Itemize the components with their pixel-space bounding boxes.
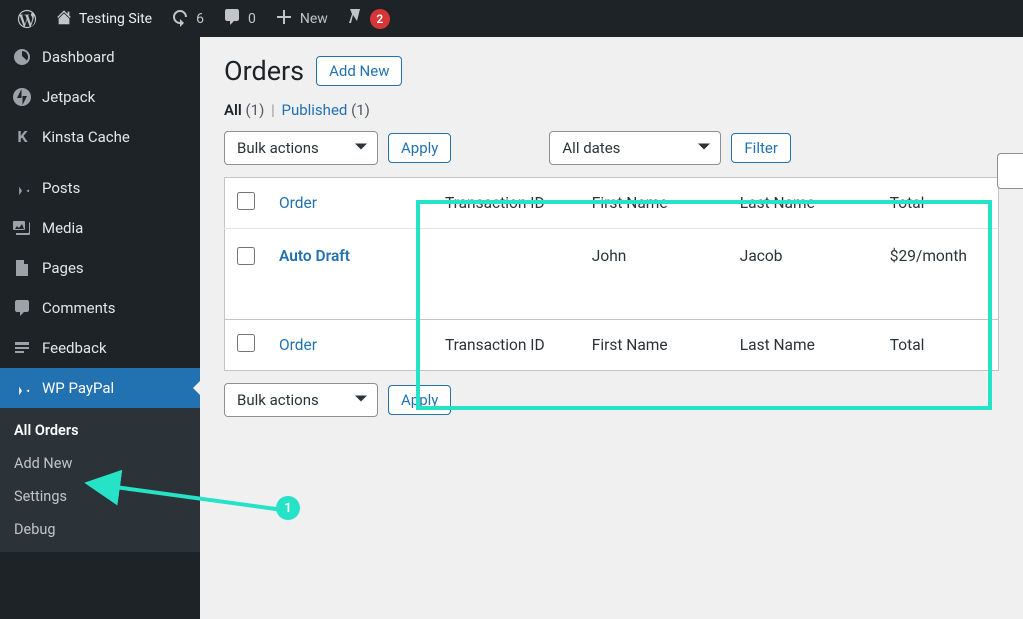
col-total-header: Total <box>878 178 999 229</box>
search-input-partial[interactable] <box>997 153 1023 189</box>
yoast-link[interactable]: 2 <box>337 0 399 37</box>
sidebar-item-pages[interactable]: Pages <box>0 248 200 288</box>
sidebar-label: Feedback <box>42 339 107 357</box>
filter-published-link[interactable]: Published (1) <box>281 101 369 119</box>
comments-icon <box>12 298 32 318</box>
col-order-footer[interactable]: Order <box>279 336 317 354</box>
wp-logo[interactable] <box>8 0 46 37</box>
sidebar-label: WP PayPal <box>42 379 114 397</box>
select-all-checkbox[interactable] <box>237 192 255 210</box>
status-filters: All (1) | Published (1) <box>224 101 999 119</box>
add-new-button[interactable]: Add New <box>316 56 402 86</box>
orders-table: Order Transaction ID First Name Last Nam… <box>224 177 999 371</box>
sidebar-item-kinsta[interactable]: K Kinsta Cache <box>0 117 200 156</box>
select-all-checkbox-footer[interactable] <box>237 334 255 352</box>
feedback-icon <box>12 338 32 358</box>
row-checkbox[interactable] <box>237 247 255 265</box>
bulk-actions-select-bottom[interactable]: Bulk actions <box>224 383 378 417</box>
dates-select[interactable]: All dates <box>549 131 721 165</box>
sidebar-item-media[interactable]: Media <box>0 208 200 248</box>
col-transaction-footer: Transaction ID <box>433 320 580 371</box>
filter-all-count: (1) <box>246 101 265 119</box>
wordpress-icon <box>17 9 37 29</box>
yoast-badge: 2 <box>370 9 390 29</box>
pin-icon <box>12 178 32 198</box>
site-link[interactable]: Testing Site <box>46 0 161 37</box>
cell-total: $29/month <box>878 229 999 320</box>
sidebar-item-feedback[interactable]: Feedback <box>0 328 200 368</box>
sidebar-item-jetpack[interactable]: Jetpack <box>0 77 200 117</box>
row-title-link[interactable]: Auto Draft <box>279 247 350 265</box>
sidebar-item-dashboard[interactable]: Dashboard <box>0 37 200 77</box>
col-firstname-header: First Name <box>580 178 728 229</box>
col-total-footer: Total <box>878 320 999 371</box>
admin-bar: Testing Site 6 0 New 2 <box>0 0 1023 37</box>
sidebar-label: Pages <box>42 259 84 277</box>
page-title: Orders <box>224 55 304 87</box>
sidebar-label: Posts <box>42 179 80 197</box>
sidebar-submenu: All Orders Add New Settings Debug <box>0 408 200 552</box>
plus-icon <box>274 7 294 31</box>
col-firstname-footer: First Name <box>580 320 728 371</box>
refresh-icon <box>170 7 190 31</box>
yoast-icon <box>346 7 366 31</box>
kinsta-icon: K <box>12 127 32 146</box>
table-row: Auto Draft John Jacob $29/month <box>225 229 999 320</box>
sidebar-label: Comments <box>42 299 116 317</box>
media-icon <box>12 218 32 238</box>
submenu-debug[interactable]: Debug <box>0 513 200 546</box>
comments-link[interactable]: 0 <box>213 0 265 37</box>
updates-link[interactable]: 6 <box>161 0 213 37</box>
home-icon <box>55 8 73 30</box>
apply-button[interactable]: Apply <box>388 133 451 163</box>
updates-count: 6 <box>196 11 204 27</box>
page-icon <box>12 258 32 278</box>
col-lastname-header: Last Name <box>728 178 878 229</box>
col-order-header[interactable]: Order <box>279 194 317 212</box>
sidebar-item-wp-paypal[interactable]: WP PayPal <box>0 368 200 408</box>
submenu-add-new[interactable]: Add New <box>0 447 200 480</box>
sidebar-label: Kinsta Cache <box>42 128 130 146</box>
new-label: New <box>300 11 328 27</box>
submenu-all-orders[interactable]: All Orders <box>0 414 200 447</box>
comments-count: 0 <box>248 11 256 27</box>
sidebar-label: Media <box>42 219 83 237</box>
comment-icon <box>222 7 242 31</box>
submenu-settings[interactable]: Settings <box>0 480 200 513</box>
bulk-actions-select[interactable]: Bulk actions <box>224 131 378 165</box>
site-title: Testing Site <box>79 11 152 27</box>
sidebar-label: Dashboard <box>42 48 115 66</box>
cell-lastname: Jacob <box>728 229 878 320</box>
col-transaction-header: Transaction ID <box>433 178 580 229</box>
admin-sidebar: Dashboard Jetpack K Kinsta Cache Posts M… <box>0 37 200 619</box>
annotation-badge: 1 <box>276 496 300 520</box>
sidebar-item-posts[interactable]: Posts <box>0 168 200 208</box>
apply-button-bottom[interactable]: Apply <box>388 385 451 415</box>
pin-icon <box>12 378 32 398</box>
sidebar-item-comments[interactable]: Comments <box>0 288 200 328</box>
new-link[interactable]: New <box>265 0 337 37</box>
sidebar-label: Jetpack <box>42 88 95 106</box>
col-lastname-footer: Last Name <box>728 320 878 371</box>
content-area: Orders Add New All (1) | Published (1) B… <box>200 37 1023 619</box>
filter-button[interactable]: Filter <box>731 133 791 163</box>
dashboard-icon <box>12 47 32 67</box>
cell-firstname: John <box>580 229 728 320</box>
jetpack-icon <box>12 87 32 107</box>
cell-transaction <box>433 229 580 320</box>
filter-all-label[interactable]: All <box>224 101 242 119</box>
